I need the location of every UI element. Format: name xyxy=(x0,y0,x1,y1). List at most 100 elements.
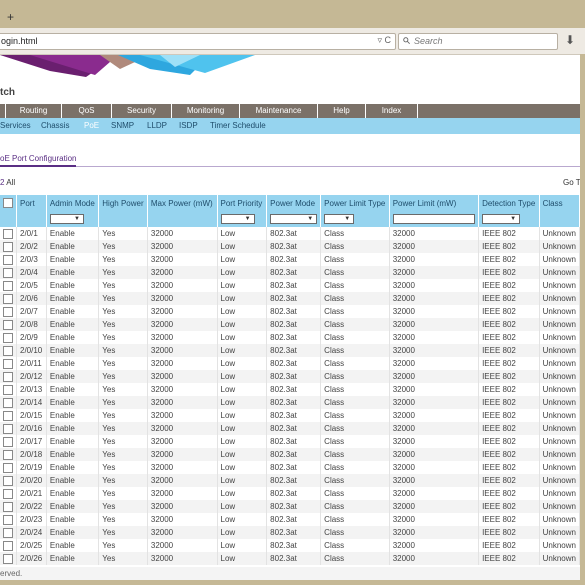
cell-admin-mode: Enable xyxy=(46,435,100,448)
table-row[interactable]: 2/0/4 Enable Yes 32000 Low 802.3at Class 32000 I… xyxy=(0,266,580,279)
submenu-item-poe[interactable]: PoE xyxy=(84,118,99,134)
row-select-checkbox[interactable] xyxy=(3,462,13,473)
table-row[interactable]: 2/0/12 Enable Yes 32000 Low 802.3at Class 32000… xyxy=(0,370,580,383)
column-header-power-limit[interactable]: Power Limit (mW) xyxy=(389,195,480,211)
menu-item-routing[interactable]: Routing xyxy=(6,104,62,118)
column-header-class[interactable]: Class xyxy=(539,195,580,211)
table-row[interactable]: 2/0/14 Enable Yes 32000 Low 802.3at Class 32000… xyxy=(0,396,580,409)
select-all-checkbox[interactable] xyxy=(3,198,13,208)
table-row[interactable]: 2/0/11 Enable Yes 32000 Low 802.3at Class 32000… xyxy=(0,357,580,370)
column-header-power-limit-type[interactable]: Power Limit Type xyxy=(320,195,390,211)
new-tab-button[interactable]: + xyxy=(7,10,14,24)
table-row[interactable]: 2/0/24 Enable Yes 32000 Low 802.3at Class 32000… xyxy=(0,526,580,539)
column-header-admin-mode[interactable]: Admin Mode xyxy=(46,195,100,211)
column-header-port-priority[interactable]: Port Priority xyxy=(217,195,268,211)
row-select-checkbox[interactable] xyxy=(3,527,13,538)
port-priority-filter-select[interactable]: ▼ xyxy=(220,214,255,224)
table-row[interactable]: 2/0/6 Enable Yes 32000 Low 802.3at Class 32000 I… xyxy=(0,292,580,305)
reload-icon[interactable]: ▿ C xyxy=(377,35,391,46)
column-header-max-power[interactable]: Max Power (mW) xyxy=(147,195,218,211)
table-row[interactable]: 2/0/19 Enable Yes 32000 Low 802.3at Class 32000… xyxy=(0,461,580,474)
submenu-item-snmp[interactable]: SNMP xyxy=(111,118,134,134)
admin-mode-filter-select[interactable]: ▼ xyxy=(49,214,84,224)
table-row[interactable]: 2/0/13 Enable Yes 32000 Low 802.3at Class 32000… xyxy=(0,383,580,396)
row-select-checkbox[interactable] xyxy=(3,384,13,395)
table-row[interactable]: 2/0/26 Enable Yes 32000 Low 802.3at Class 32000… xyxy=(0,552,580,565)
cell-detection-type: IEEE 802 xyxy=(478,279,540,292)
power-limit-type-filter-select[interactable]: ▼ xyxy=(324,214,355,224)
cell-admin-mode: Enable xyxy=(46,292,100,305)
table-row[interactable]: 2/0/10 Enable Yes 32000 Low 802.3at Class 32000… xyxy=(0,344,580,357)
row-select-checkbox[interactable] xyxy=(3,254,13,265)
table-row[interactable]: 2/0/2 Enable Yes 32000 Low 802.3at Class 32000 I… xyxy=(0,240,580,253)
table-row[interactable]: 2/0/21 Enable Yes 32000 Low 802.3at Class 32000… xyxy=(0,487,580,500)
download-icon[interactable]: ⬇ xyxy=(565,33,575,47)
table-row[interactable]: 2/0/20 Enable Yes 32000 Low 802.3at Class 32000… xyxy=(0,474,580,487)
table-row[interactable]: 2/0/22 Enable Yes 32000 Low 802.3at Class 32000… xyxy=(0,500,580,513)
row-select-checkbox[interactable] xyxy=(3,514,13,525)
menu-item-index[interactable]: Index xyxy=(366,104,418,118)
column-header-high-power[interactable]: High Power xyxy=(98,195,148,211)
table-row[interactable]: 2/0/9 Enable Yes 32000 Low 802.3at Class 32000 I… xyxy=(0,331,580,344)
column-header-port[interactable]: Port xyxy=(16,195,47,211)
cell-port: 2/0/18 xyxy=(16,448,47,461)
title-underline xyxy=(0,165,76,167)
submenu-item-timer-schedule[interactable]: Timer Schedule xyxy=(210,118,266,134)
row-select-checkbox[interactable] xyxy=(3,410,13,421)
cell-power-limit-type: Class xyxy=(320,344,390,357)
cell-class: Unknown xyxy=(539,240,580,253)
table-row[interactable]: 2/0/16 Enable Yes 32000 Low 802.3at Class 32000… xyxy=(0,422,580,435)
power-mode-filter-select[interactable]: ▼ xyxy=(270,214,318,224)
menu-item-security[interactable]: Security xyxy=(112,104,172,118)
cell-class: Unknown xyxy=(539,344,580,357)
table-row[interactable]: 2/0/3 Enable Yes 32000 Low 802.3at Class 32000 I… xyxy=(0,253,580,266)
row-select-checkbox[interactable] xyxy=(3,267,13,278)
power-limit-filter-input[interactable] xyxy=(392,214,475,224)
row-select-checkbox[interactable] xyxy=(3,436,13,447)
table-row[interactable]: 2/0/23 Enable Yes 32000 Low 802.3at Class 32000… xyxy=(0,513,580,526)
row-select-checkbox[interactable] xyxy=(3,371,13,382)
table-row[interactable]: 2/0/7 Enable Yes 32000 Low 802.3at Class 32000 I… xyxy=(0,305,580,318)
column-header-detection-type[interactable]: Detection Type xyxy=(478,195,540,211)
menu-item-help[interactable]: Help xyxy=(318,104,366,118)
table-row[interactable]: 2/0/18 Enable Yes 32000 Low 802.3at Class 32000… xyxy=(0,448,580,461)
row-select-checkbox[interactable] xyxy=(3,423,13,434)
menu-item-maintenance[interactable]: Maintenance xyxy=(240,104,318,118)
row-count-number[interactable]: 2 xyxy=(0,178,4,187)
row-select-checkbox[interactable] xyxy=(3,280,13,291)
row-select-checkbox[interactable] xyxy=(3,293,13,304)
select-all-header[interactable] xyxy=(0,195,17,211)
browser-search-input[interactable]: Search xyxy=(398,33,558,50)
row-select-checkbox[interactable] xyxy=(3,228,13,239)
table-row[interactable]: 2/0/17 Enable Yes 32000 Low 802.3at Class 32000… xyxy=(0,435,580,448)
submenu-item-isdp[interactable]: ISDP xyxy=(179,118,198,134)
row-select-checkbox[interactable] xyxy=(3,397,13,408)
menu-item-qos[interactable]: QoS xyxy=(62,104,112,118)
row-select-checkbox[interactable] xyxy=(3,501,13,512)
row-select-checkbox[interactable] xyxy=(3,488,13,499)
menu-item-monitoring[interactable]: Monitoring xyxy=(172,104,240,118)
table-row[interactable]: 2/0/15 Enable Yes 32000 Low 802.3at Class 32000… xyxy=(0,409,580,422)
row-select-checkbox[interactable] xyxy=(3,319,13,330)
submenu-item-lldp[interactable]: LLDP xyxy=(147,118,167,134)
table-row[interactable]: 2/0/25 Enable Yes 32000 Low 802.3at Class 32000… xyxy=(0,539,580,552)
row-select-checkbox[interactable] xyxy=(3,553,13,564)
cell-port-priority: Low xyxy=(217,526,268,539)
row-select-checkbox[interactable] xyxy=(3,241,13,252)
row-select-checkbox[interactable] xyxy=(3,358,13,369)
row-select-checkbox[interactable] xyxy=(3,475,13,486)
submenu-item-chassis[interactable]: Chassis xyxy=(41,118,69,134)
row-select-checkbox[interactable] xyxy=(3,332,13,343)
row-select-checkbox[interactable] xyxy=(3,540,13,551)
url-bar[interactable]: ogin.html ▿ C xyxy=(0,33,396,50)
table-row[interactable]: 2/0/1 Enable Yes 32000 Low 802.3at Class 32000 I… xyxy=(0,227,580,240)
column-header-power-mode[interactable]: Power Mode xyxy=(266,195,322,211)
detection-type-filter-select[interactable]: ▼ xyxy=(482,214,521,224)
table-row[interactable]: 2/0/8 Enable Yes 32000 Low 802.3at Class 32000 I… xyxy=(0,318,580,331)
submenu-item-services[interactable]: Services xyxy=(0,118,31,134)
row-select-checkbox[interactable] xyxy=(3,449,13,460)
row-select-checkbox[interactable] xyxy=(3,345,13,356)
row-count-label[interactable]: All xyxy=(6,178,15,187)
row-select-checkbox[interactable] xyxy=(3,306,13,317)
table-row[interactable]: 2/0/5 Enable Yes 32000 Low 802.3at Class 32000 I… xyxy=(0,279,580,292)
